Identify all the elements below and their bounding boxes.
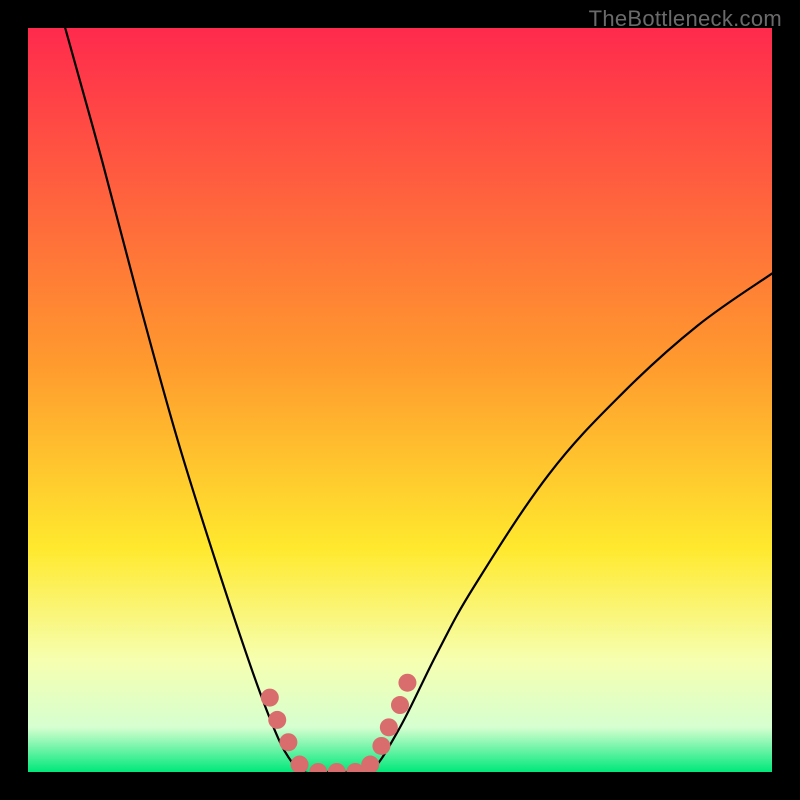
marker-dot bbox=[268, 711, 286, 729]
marker-dot bbox=[398, 674, 416, 692]
marker-dot bbox=[391, 696, 409, 714]
chart-svg bbox=[28, 28, 772, 772]
chart-frame: TheBottleneck.com bbox=[0, 0, 800, 800]
marker-dot bbox=[372, 737, 390, 755]
marker-dot bbox=[261, 689, 279, 707]
watermark-text: TheBottleneck.com bbox=[589, 6, 782, 32]
plot-area bbox=[28, 28, 772, 772]
marker-dot bbox=[380, 718, 398, 736]
gradient-background bbox=[28, 28, 772, 772]
marker-dot bbox=[279, 733, 297, 751]
